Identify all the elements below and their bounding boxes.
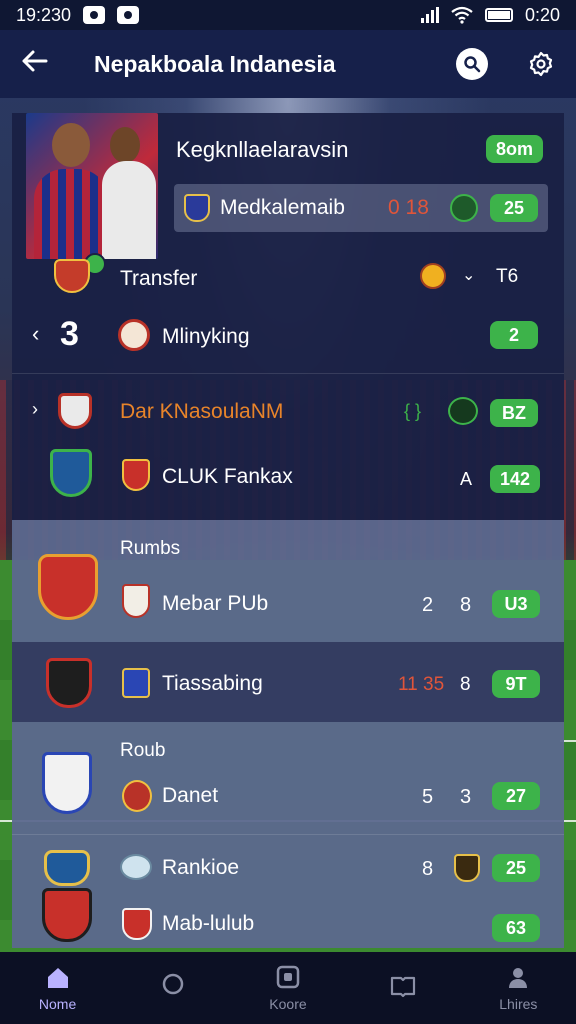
status-time-left: 19:230 (16, 4, 72, 25)
row-name: Mlinyking (162, 325, 250, 348)
club-crest-icon (118, 319, 150, 351)
club-crest-icon (122, 908, 152, 940)
row-pill[interactable]: 63 (492, 914, 540, 942)
club-crest-icon (184, 194, 210, 222)
row-n1: 5 (422, 786, 434, 808)
square-icon (276, 965, 300, 989)
club-crest-yellow-icon (454, 854, 480, 882)
expand-icon[interactable]: › (32, 399, 38, 420)
club-card-top: Kegknllaelaravsin 8om Medkalemaib 0 18 2… (12, 113, 564, 520)
nav-label: Lhires (499, 996, 538, 1012)
club-crest-icon (38, 554, 98, 620)
transfer-extra: T6 (496, 266, 519, 287)
wifi-icon (451, 6, 473, 24)
row-name: Danet (162, 784, 219, 807)
row-pill[interactable]: 142 (490, 465, 541, 493)
row-name: Dar KNasoulaNM (120, 400, 284, 423)
row-mid: A (460, 469, 473, 489)
nav-item-home[interactable]: Nome (3, 964, 113, 1012)
section-header: Rumbs (120, 538, 181, 559)
club-crest-icon (122, 459, 150, 491)
bottom-nav: Nome Koore Lhires (0, 952, 576, 1024)
club-crest-icon (44, 850, 90, 886)
search-button[interactable] (456, 48, 488, 80)
bracket-icon: { } (404, 401, 422, 421)
club-crest-yellow-icon (420, 263, 446, 289)
nav-label: Koore (269, 996, 307, 1012)
row-n2: 8 (460, 594, 472, 616)
section-rumbs: Rumbs Mebar PUb 2 8 U3 (12, 520, 564, 642)
home-icon (47, 968, 68, 988)
section-header: Roub (120, 740, 166, 761)
club-crest-icon (42, 752, 92, 814)
club-crest-icon (42, 888, 92, 942)
club-crest-green-icon (450, 194, 478, 222)
app-bar: Nepakboala Indanesia (0, 30, 576, 98)
page-title: Nepakboala Indanesia (94, 50, 336, 77)
highlight-row[interactable]: Medkalemaib 0 18 25 (174, 184, 548, 232)
divider (12, 834, 564, 835)
row-name: Mebar PUb (162, 592, 269, 615)
nav-item-circle[interactable] (118, 972, 228, 1004)
club-crest-icon (122, 780, 152, 812)
chevron-down-icon[interactable]: ⌄ (462, 265, 475, 285)
nav-item-score[interactable]: Koore (233, 964, 343, 1012)
row-pill[interactable]: 25 (492, 854, 540, 882)
highlight-name: Medkalemaib (220, 196, 345, 219)
club-crest-icon (122, 668, 150, 698)
club-crest-icon (54, 259, 90, 293)
search-icon (464, 56, 481, 73)
club-crest-icon (58, 393, 92, 429)
highlight-score: 0 18 (388, 196, 429, 219)
notification-icon (83, 6, 106, 24)
status-time-right: 0:20 (524, 4, 560, 25)
club-crest-green-icon (448, 397, 478, 425)
row-n2: 8 (460, 674, 471, 695)
nav-item-profile[interactable]: Lhires (463, 964, 573, 1012)
circle-icon (162, 973, 184, 995)
player-photo (26, 113, 158, 259)
row-name: Rankioe (162, 856, 240, 879)
row-pill[interactable]: 27 (492, 782, 540, 810)
row-name: Mab-lulub (162, 912, 255, 935)
profile-title: Kegknllaelaravsin (176, 137, 349, 162)
row-name: CLUK Fankax (162, 465, 293, 488)
row-n1: 8 (422, 858, 434, 880)
club-crest-icon (50, 449, 92, 497)
row-n1: 2 (422, 594, 434, 616)
highlight-pill[interactable]: 25 (490, 194, 538, 222)
section-roub: Roub Danet 5 3 27 Rankioe 8 25 Mab-lulub… (12, 722, 564, 948)
gear-icon[interactable] (526, 49, 556, 79)
row-pill[interactable]: 9T (492, 670, 540, 698)
club-crest-icon (120, 854, 152, 880)
row-n2: 3 (460, 786, 472, 808)
club-crest-icon (46, 658, 92, 708)
person-icon (509, 968, 528, 988)
back-arrow-icon[interactable] (20, 47, 60, 81)
club-crest-icon (122, 584, 150, 618)
row-pill[interactable]: BZ (490, 399, 538, 427)
app-notification-icon (117, 6, 140, 24)
collapse-icon[interactable]: ‹ (32, 321, 39, 347)
status-bar: 19:230 0:20 (0, 0, 576, 30)
row-name: Tiassabing (162, 672, 263, 695)
book-icon (391, 976, 416, 998)
transfer-label: Transfer (120, 267, 198, 290)
battery-icon (484, 8, 513, 22)
profile-badge[interactable]: 8om (486, 135, 544, 163)
row-score: 11 35 (398, 674, 445, 695)
divider (12, 373, 564, 374)
nav-item-book[interactable] (348, 972, 458, 1004)
row-pill[interactable]: 2 (490, 321, 538, 349)
cell-signal-icon (420, 7, 439, 23)
nav-label: Nome (38, 996, 77, 1012)
row-prefix: 3 (60, 315, 79, 353)
highlighted-row[interactable]: Tiassabing 11 35 8 9T (12, 642, 564, 722)
row-pill[interactable]: U3 (492, 590, 540, 618)
